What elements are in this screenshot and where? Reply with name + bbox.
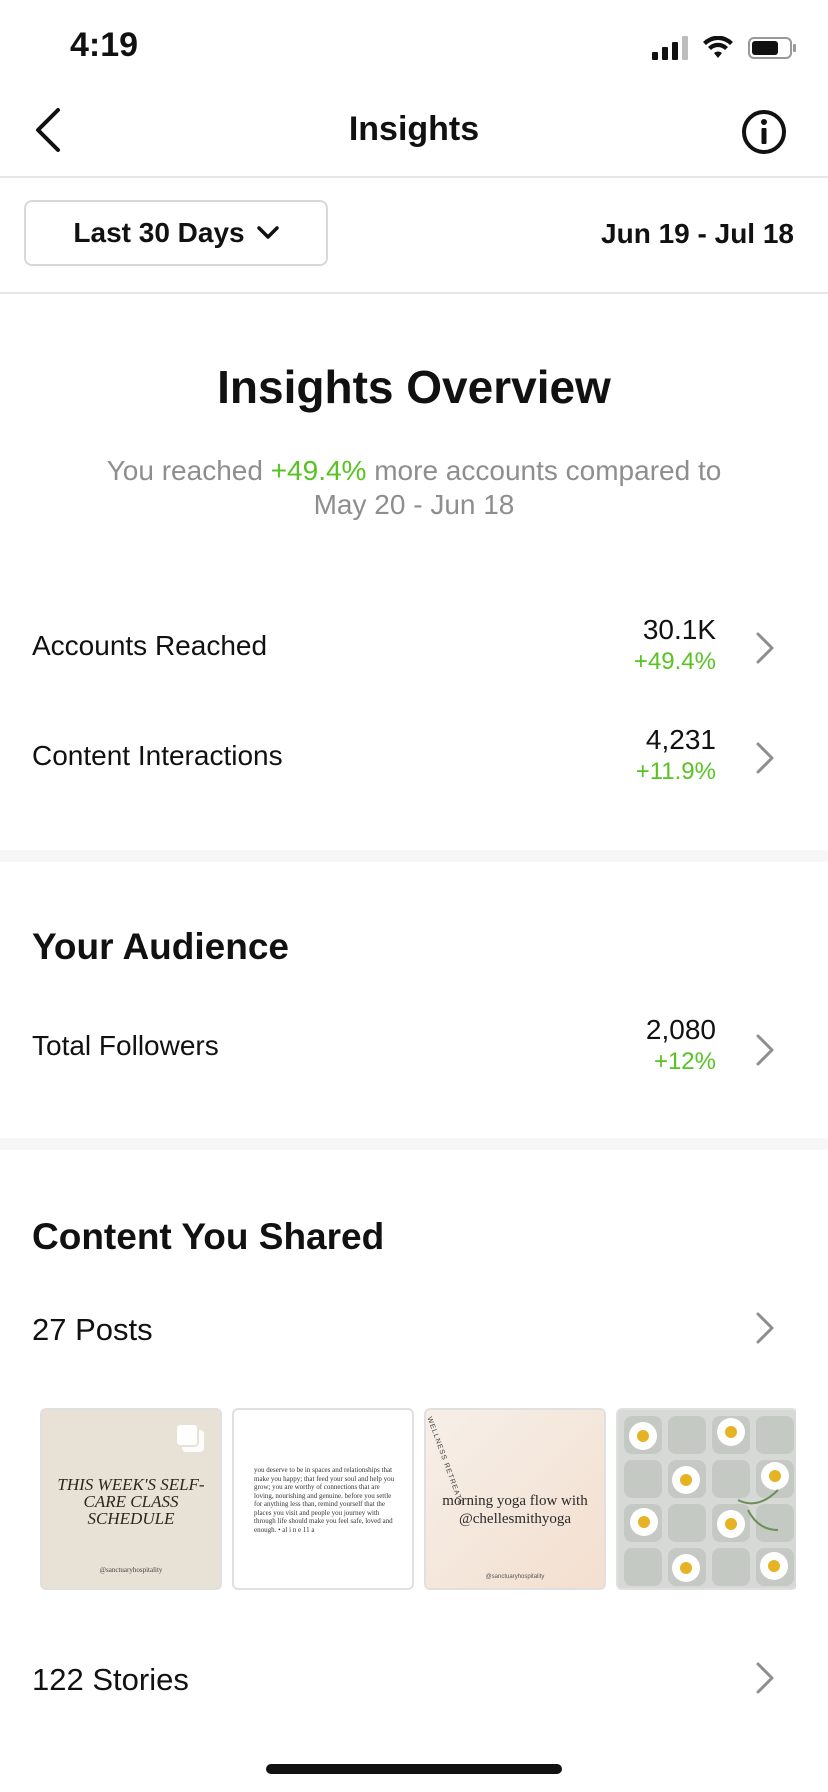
section-separator <box>0 850 828 862</box>
signal-icon <box>652 36 688 60</box>
metric-label: Content Interactions <box>32 740 283 771</box>
status-icons <box>652 36 798 60</box>
thumbnail-footer: @sanctuaryhospitality <box>99 1566 163 1574</box>
overview-title: Insights Overview <box>217 361 611 413</box>
metric-change: +12% <box>653 1048 716 1075</box>
content-title: Content You Shared <box>32 1216 385 1257</box>
metric-row-content-interactions[interactable]: Content Interactions 4,231 +11.9% <box>32 720 796 810</box>
metric-label: Accounts Reached <box>32 630 268 661</box>
metric-change: +11.9% <box>635 758 716 785</box>
posts-row[interactable]: 27 Posts <box>32 1296 796 1366</box>
page-title: Insights <box>348 110 480 148</box>
date-range: Jun 19 - Jul 18 <box>601 218 794 249</box>
filter-divider <box>0 292 828 294</box>
section-separator <box>0 1138 828 1150</box>
metric-value: 4,231 <box>645 724 716 755</box>
posts-label: 27 Posts <box>32 1312 153 1347</box>
metric-row-total-followers[interactable]: Total Followers 2,080 +12% <box>32 1008 796 1098</box>
metric-value: 30.1K <box>642 614 716 645</box>
chevron-right-icon <box>756 1312 774 1344</box>
overview-subtitle: You reached +49.4% more accounts compare… <box>60 454 768 522</box>
metric-value-block: 30.1K +49.4% <box>634 614 716 678</box>
wifi-icon <box>703 36 733 58</box>
metric-value: 2,080 <box>645 1014 716 1045</box>
post-thumbnail[interactable]: THIS WEEK'S SELF-CARE CLASS SCHEDULE @sa… <box>40 1408 222 1590</box>
info-icon[interactable] <box>740 108 788 156</box>
audience-title: Your Audience <box>32 926 289 967</box>
period-label: Last 30 Days <box>73 217 245 248</box>
metric-value-block: 4,231 +11.9% <box>636 724 716 788</box>
post-thumbnail[interactable]: WELLNESS RETREATS morning yoga flow with… <box>424 1408 606 1590</box>
chevron-right-icon <box>756 632 774 664</box>
overview-subtitle-suffix: more accounts compared to <box>366 455 722 486</box>
metric-value-block: 2,080 +12% <box>646 1014 716 1078</box>
chevron-right-icon <box>756 1662 774 1694</box>
thumbnail-headline: morning yoga flow with @chellesmithyoga <box>442 1493 588 1527</box>
overview-change: +49.4% <box>270 455 367 486</box>
metric-row-accounts-reached[interactable]: Accounts Reached 30.1K +49.4% <box>32 610 796 700</box>
stories-row[interactable]: 122 Stories <box>32 1646 796 1716</box>
post-thumbnails: THIS WEEK'S SELF-CARE CLASS SCHEDULE @sa… <box>40 1408 796 1594</box>
status-time: 4:19 <box>70 26 139 64</box>
carousel-icon <box>175 1423 204 1452</box>
thumbnail-footer: @sanctuaryhospitality <box>485 1574 545 1580</box>
thumbnail-headline: THIS WEEK'S SELF-CARE CLASS SCHEDULE <box>57 1475 205 1528</box>
chevron-down-icon <box>256 226 279 239</box>
thumbnail-text: you deserve to be in spaces and relation… <box>254 1466 395 1534</box>
overview-compare-range: May 20 - Jun 18 <box>313 489 515 520</box>
metric-change: +49.4% <box>633 648 716 675</box>
daisies-image <box>618 1410 796 1588</box>
period-dropdown-button[interactable]: Last 30 Days <box>24 200 328 266</box>
home-indicator[interactable] <box>266 1764 562 1774</box>
post-thumbnail[interactable]: you deserve to be in spaces and relation… <box>232 1408 414 1590</box>
overview-subtitle-prefix: You reached <box>106 455 271 486</box>
header-divider <box>0 176 828 178</box>
metric-label: Total Followers <box>32 1030 219 1061</box>
stories-label: 122 Stories <box>32 1662 189 1697</box>
battery-icon <box>748 37 796 59</box>
chevron-right-icon <box>756 1034 774 1066</box>
chevron-right-icon <box>756 742 774 774</box>
post-thumbnail-daisies[interactable] <box>616 1408 796 1590</box>
